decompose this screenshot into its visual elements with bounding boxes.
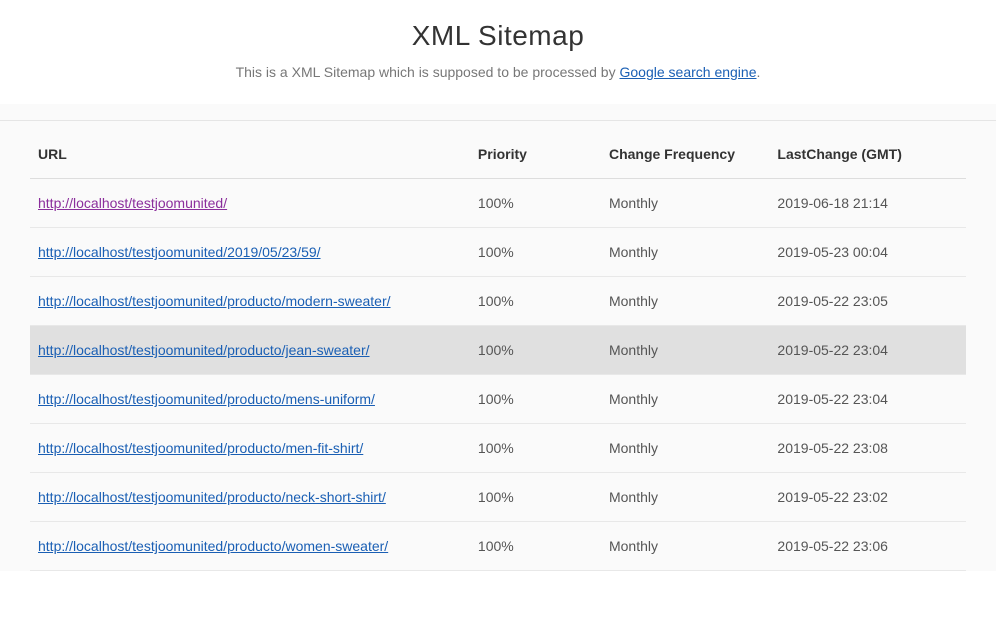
cell-url: http://localhost/testjoomunited/producto… xyxy=(30,522,470,571)
cell-url: http://localhost/testjoomunited/producto… xyxy=(30,473,470,522)
cell-priority: 100% xyxy=(470,375,601,424)
cell-frequency: Monthly xyxy=(601,277,769,326)
cell-url: http://localhost/testjoomunited/producto… xyxy=(30,326,470,375)
url-link[interactable]: http://localhost/testjoomunited/producto… xyxy=(38,391,375,407)
cell-priority: 100% xyxy=(470,424,601,473)
url-link[interactable]: http://localhost/testjoomunited/producto… xyxy=(38,489,386,505)
url-link[interactable]: http://localhost/testjoomunited/producto… xyxy=(38,538,388,554)
header-priority: Priority xyxy=(470,146,601,179)
cell-priority: 100% xyxy=(470,179,601,228)
cell-lastchange: 2019-05-22 23:08 xyxy=(769,424,966,473)
cell-priority: 100% xyxy=(470,522,601,571)
cell-frequency: Monthly xyxy=(601,375,769,424)
table-row: http://localhost/testjoomunited/producto… xyxy=(30,424,966,473)
cell-priority: 100% xyxy=(470,326,601,375)
url-link[interactable]: http://localhost/testjoomunited/producto… xyxy=(38,342,370,358)
cell-frequency: Monthly xyxy=(601,326,769,375)
url-link[interactable]: http://localhost/testjoomunited/2019/05/… xyxy=(38,244,321,260)
cell-frequency: Monthly xyxy=(601,522,769,571)
cell-lastchange: 2019-05-23 00:04 xyxy=(769,228,966,277)
table-row: http://localhost/testjoomunited/producto… xyxy=(30,473,966,522)
header-frequency: Change Frequency xyxy=(601,146,769,179)
cell-frequency: Monthly xyxy=(601,424,769,473)
table-body: http://localhost/testjoomunited/100%Mont… xyxy=(30,179,966,571)
cell-frequency: Monthly xyxy=(601,473,769,522)
subtitle-prefix: This is a XML Sitemap which is supposed … xyxy=(236,64,620,80)
header-lastchange: LastChange (GMT) xyxy=(769,146,966,179)
cell-frequency: Monthly xyxy=(601,228,769,277)
url-link[interactable]: http://localhost/testjoomunited/producto… xyxy=(38,293,391,309)
content-area: URL Priority Change Frequency LastChange… xyxy=(0,104,996,571)
url-link[interactable]: http://localhost/testjoomunited/ xyxy=(38,195,227,211)
cell-lastchange: 2019-06-18 21:14 xyxy=(769,179,966,228)
cell-url: http://localhost/testjoomunited/producto… xyxy=(30,375,470,424)
cell-lastchange: 2019-05-22 23:04 xyxy=(769,375,966,424)
page-subtitle: This is a XML Sitemap which is supposed … xyxy=(0,64,996,80)
url-link[interactable]: http://localhost/testjoomunited/producto… xyxy=(38,440,363,456)
header-url: URL xyxy=(30,146,470,179)
cell-lastchange: 2019-05-22 23:05 xyxy=(769,277,966,326)
table-row: http://localhost/testjoomunited/producto… xyxy=(30,326,966,375)
cell-lastchange: 2019-05-22 23:06 xyxy=(769,522,966,571)
subtitle-suffix: . xyxy=(757,64,761,80)
cell-priority: 100% xyxy=(470,228,601,277)
table-header-row: URL Priority Change Frequency LastChange… xyxy=(30,146,966,179)
cell-priority: 100% xyxy=(470,277,601,326)
cell-lastchange: 2019-05-22 23:04 xyxy=(769,326,966,375)
table-row: http://localhost/testjoomunited/producto… xyxy=(30,277,966,326)
cell-url: http://localhost/testjoomunited/producto… xyxy=(30,424,470,473)
cell-lastchange: 2019-05-22 23:02 xyxy=(769,473,966,522)
table-row: http://localhost/testjoomunited/2019/05/… xyxy=(30,228,966,277)
table-row: http://localhost/testjoomunited/producto… xyxy=(30,375,966,424)
cell-url: http://localhost/testjoomunited/ xyxy=(30,179,470,228)
cell-frequency: Monthly xyxy=(601,179,769,228)
cell-priority: 100% xyxy=(470,473,601,522)
table-row: http://localhost/testjoomunited/producto… xyxy=(30,522,966,571)
page-title: XML Sitemap xyxy=(0,20,996,52)
cell-url: http://localhost/testjoomunited/producto… xyxy=(30,277,470,326)
page-header: XML Sitemap This is a XML Sitemap which … xyxy=(0,0,996,104)
subtitle-link[interactable]: Google search engine xyxy=(620,64,757,80)
cell-url: http://localhost/testjoomunited/2019/05/… xyxy=(30,228,470,277)
sitemap-table: URL Priority Change Frequency LastChange… xyxy=(30,146,966,571)
table-row: http://localhost/testjoomunited/100%Mont… xyxy=(30,179,966,228)
divider xyxy=(0,120,996,121)
